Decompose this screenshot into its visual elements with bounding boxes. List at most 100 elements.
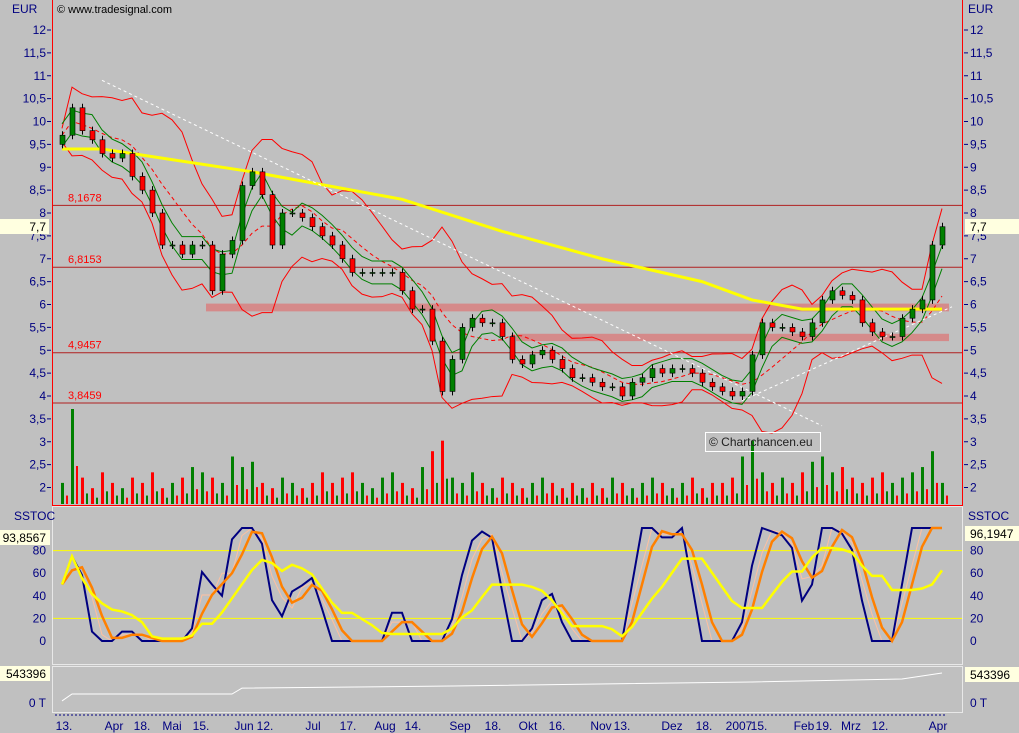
- candle-body: [229, 240, 236, 255]
- volume-bar: [241, 467, 244, 504]
- candle-body: [59, 134, 66, 145]
- candle-body: [569, 368, 576, 378]
- volume-bar: [101, 472, 104, 504]
- x-tick-label: 12.: [257, 719, 274, 733]
- sstoc-value-left: 93,8567: [3, 531, 47, 545]
- volume-bar: [176, 495, 178, 504]
- volume-bar: [246, 489, 248, 504]
- candle-body: [389, 272, 396, 274]
- volume-bar: [636, 497, 638, 504]
- volume-bar: [136, 493, 138, 504]
- volume-bar: [411, 488, 414, 504]
- candle-body: [809, 322, 816, 337]
- price-tick-right: 8,5: [970, 183, 987, 197]
- copyright-text[interactable]: © www.tradesignal.com: [57, 4, 172, 16]
- candle-body: [589, 377, 596, 383]
- volume-bar: [131, 477, 134, 504]
- volume-bar: [406, 495, 408, 504]
- candle-body: [899, 317, 906, 337]
- price-tick-left: 3,5: [29, 412, 46, 426]
- volume-bar: [941, 482, 944, 504]
- price-tick-left: 10,5: [23, 92, 47, 106]
- volume-bar: [166, 497, 168, 504]
- volume-bar: [546, 493, 548, 504]
- candle-body: [69, 107, 76, 136]
- volume-bar: [451, 477, 454, 504]
- candle-body: [559, 359, 566, 369]
- sstoc-tick-right: 40: [970, 589, 984, 603]
- volume-bar: [831, 472, 834, 504]
- candle-body: [769, 322, 776, 328]
- candle-body: [209, 244, 216, 292]
- volume-bar: [906, 493, 908, 504]
- volume-bar: [751, 440, 754, 504]
- x-tick-label: 13.: [614, 719, 631, 733]
- candle-body: [79, 107, 86, 131]
- volume-bar: [381, 477, 384, 504]
- volume-bar: [181, 477, 184, 504]
- volume-bar: [551, 482, 554, 504]
- volume-bar: [556, 495, 558, 504]
- volume-bar: [841, 467, 844, 504]
- x-tick-label: Feb: [794, 719, 815, 733]
- volume-bar: [306, 497, 308, 504]
- sstoc-tick-left: 80: [33, 544, 47, 558]
- x-tick-label: 12.: [872, 719, 889, 733]
- volume-bar: [421, 467, 424, 504]
- candle-body: [419, 308, 426, 311]
- price-tick-left: 2: [39, 481, 46, 495]
- candle-body: [789, 327, 796, 333]
- volume-bar: [706, 497, 708, 504]
- sstoc-tick-left: 40: [33, 589, 47, 603]
- volume-bar: [926, 489, 928, 504]
- volume-bar: [106, 491, 108, 504]
- candle-body: [429, 308, 436, 342]
- volume-bar: [96, 497, 98, 504]
- candle-body: [109, 153, 116, 159]
- volume-bar: [481, 482, 484, 504]
- volume-bar: [446, 478, 448, 504]
- volume-bar: [66, 495, 68, 504]
- last-price-right: 7,7: [970, 220, 987, 234]
- volume-bar: [191, 467, 194, 504]
- volume-bar: [326, 491, 328, 504]
- volume-bar: [391, 472, 394, 504]
- volume-bar: [776, 495, 778, 504]
- price-tick-left: 11: [34, 69, 47, 83]
- candle-body: [409, 290, 416, 310]
- volume-bar: [256, 487, 258, 504]
- candle-body: [359, 272, 366, 274]
- candle-body: [289, 212, 296, 215]
- price-tick-right: 9,5: [970, 137, 987, 151]
- price-tick-left: 6,5: [29, 275, 46, 289]
- candle-body: [609, 386, 616, 389]
- candle-body: [619, 386, 626, 397]
- volume-bar: [86, 493, 88, 504]
- volume-bar: [666, 495, 668, 504]
- volume-bar: [416, 497, 418, 504]
- volume-bar: [726, 495, 728, 504]
- candle-body: [549, 349, 556, 360]
- volume-bar: [681, 482, 684, 504]
- sstoc-tick-right: 0: [970, 634, 977, 648]
- volume-bar: [711, 482, 714, 504]
- volume-bar: [61, 482, 64, 504]
- x-tick-label: Apr: [105, 719, 124, 733]
- sstoc-tick-right: 20: [970, 611, 984, 625]
- x-tick-label: 15.: [751, 719, 768, 733]
- volume-bar: [491, 488, 494, 504]
- candle-body: [99, 139, 106, 154]
- volsum-value-right: 543396: [970, 668, 1010, 682]
- price-tick-right: 4: [970, 389, 977, 403]
- candle-body: [649, 368, 656, 378]
- volume-bar: [151, 472, 154, 504]
- price-tick-right: 12: [970, 23, 984, 37]
- volume-bar: [111, 482, 114, 504]
- volume-bar: [121, 488, 124, 504]
- candle-body: [369, 272, 376, 274]
- price-tick-left: 4: [39, 389, 46, 403]
- candle-body: [219, 253, 226, 292]
- candle-body: [89, 130, 96, 141]
- volume-bar: [896, 495, 898, 504]
- candle-body: [869, 322, 876, 333]
